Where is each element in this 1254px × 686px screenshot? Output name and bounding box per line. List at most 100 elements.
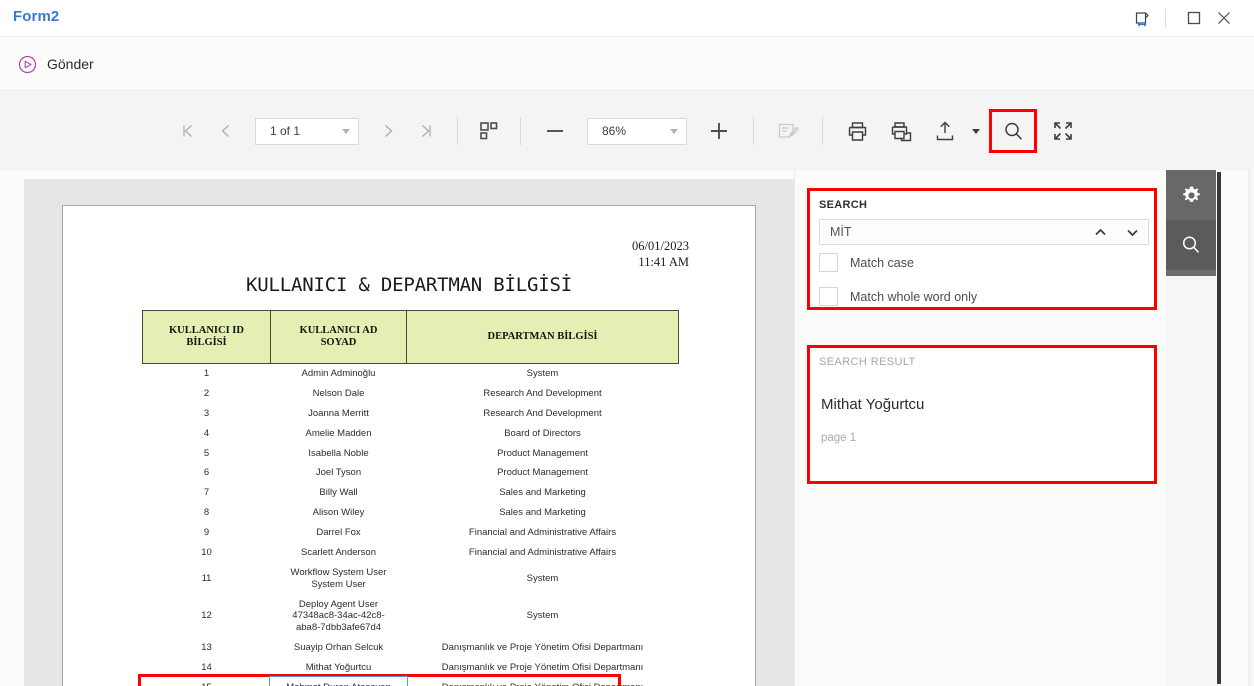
- main-content: 06/01/2023 11:41 AM KULLANICI & DEPARTMA…: [0, 170, 1254, 686]
- cell-department: Research And Development: [483, 407, 602, 419]
- page-indicator-field[interactable]: 1 of 1: [255, 117, 359, 145]
- match-whole-word-checkbox[interactable]: [819, 287, 838, 306]
- search-rail-button[interactable]: [1166, 220, 1216, 270]
- submit-button[interactable]: Gönder: [14, 49, 102, 79]
- search-button[interactable]: [989, 109, 1037, 153]
- print-multiple-button[interactable]: [879, 111, 923, 151]
- fullscreen-button[interactable]: [1041, 111, 1085, 151]
- table-row[interactable]: 11 Workflow System User System User System: [143, 563, 679, 595]
- document-page: 06/01/2023 11:41 AM KULLANICI & DEPARTMA…: [62, 205, 756, 686]
- cell-department: System: [526, 368, 559, 379]
- table-row[interactable]: 9 Darrel Fox Financial and Administrative …: [143, 523, 679, 543]
- last-page-icon: [417, 122, 435, 140]
- cell-user-name: Billy Wall: [319, 487, 358, 499]
- table-row[interactable]: 2 Nelson Dale Research And Development: [143, 384, 679, 404]
- cell-user-id: 13: [201, 642, 212, 654]
- document-time: 11:41 AM: [638, 255, 689, 269]
- last-page-button[interactable]: [407, 112, 445, 150]
- cell-user-id: 11: [201, 572, 212, 584]
- cell-user-id: 4: [203, 427, 210, 439]
- table-body: 1 Admin Adminoğlu System 2 Nelson Dale Resear…: [143, 364, 679, 686]
- cell-user-id: 8: [203, 507, 210, 519]
- cell-user-id: 10: [201, 546, 212, 558]
- zoom-level-field[interactable]: 86%: [587, 117, 687, 145]
- export-button[interactable]: [923, 111, 967, 151]
- table-row[interactable]: 4 Amelie Madden Board of Directors: [143, 424, 679, 444]
- maximize-button[interactable]: [1177, 0, 1211, 36]
- search-result-item[interactable]: Mithat Yoğurtcu: [821, 396, 924, 413]
- cell-user-id: 3: [203, 407, 210, 419]
- table-row[interactable]: 13 Suayip Orhan Selcuk Danışmanlık ve Proj…: [143, 638, 679, 658]
- page-layout-button[interactable]: [470, 112, 508, 150]
- cell-user-name: Deploy Agent User 47348ac8-34ac-42c8- aba8…: [292, 598, 385, 634]
- cell-department: Product Management: [497, 447, 588, 459]
- cell-user-id: 5: [203, 447, 210, 459]
- table-row[interactable]: 3 Joanna Merritt Research And Development: [143, 404, 679, 424]
- restore-down-icon: [1134, 10, 1151, 27]
- next-page-button[interactable]: [369, 112, 407, 150]
- table-row[interactable]: 8 Alison Wiley Sales and Marketing: [143, 503, 679, 523]
- table-row[interactable]: 12 Deploy Agent User 47348ac8-34ac-42c8- ab…: [143, 595, 679, 639]
- cell-user-name: Workflow System User System User: [290, 566, 387, 590]
- cell-user-id: 1: [203, 368, 210, 379]
- right-scroll-area[interactable]: [1216, 170, 1254, 686]
- export-dropdown-button[interactable]: [967, 112, 985, 150]
- page-indicator-value: 1 of 1: [270, 124, 301, 138]
- match-case-row[interactable]: Match case: [819, 253, 914, 272]
- next-match-button[interactable]: [1116, 220, 1148, 244]
- maximize-icon: [1187, 11, 1201, 25]
- restore-down-button[interactable]: [1125, 0, 1159, 36]
- chevron-down-icon: [1125, 225, 1140, 240]
- window-title: Form2: [13, 8, 60, 25]
- search-results-card: SEARCH RESULT Mithat Yoğurtcu page 1: [807, 345, 1157, 484]
- cell-user-name: Mehmet Duran Ataseven: [271, 678, 407, 686]
- cell-department: System: [526, 572, 559, 584]
- right-icon-rail: [1166, 170, 1216, 686]
- search-input-row[interactable]: [819, 219, 1149, 245]
- cell-department: Product Management: [497, 467, 588, 479]
- scrollbar-track[interactable]: [1217, 172, 1221, 684]
- command-bar: Gönder: [0, 37, 1254, 91]
- cell-user-name: Joel Tyson: [315, 467, 362, 479]
- table-row[interactable]: 1 Admin Adminoğlu System: [143, 364, 679, 384]
- rail-filler: [1166, 270, 1216, 276]
- match-case-checkbox[interactable]: [819, 253, 838, 272]
- table-row[interactable]: 7 Billy Wall Sales and Marketing: [143, 483, 679, 503]
- zoom-in-button[interactable]: [697, 111, 741, 151]
- cell-user-name: Isabella Noble: [308, 447, 369, 459]
- first-page-icon: [179, 122, 197, 140]
- toolbar-divider: [753, 117, 754, 145]
- table-row[interactable]: 5 Isabella Noble Product Management: [143, 444, 679, 464]
- annotate-button[interactable]: [766, 111, 810, 151]
- settings-rail-button[interactable]: [1166, 170, 1216, 220]
- chevron-down-icon: [670, 128, 678, 134]
- match-case-label: Match case: [850, 255, 914, 270]
- table-row[interactable]: 6 Joel Tyson Product Management: [143, 463, 679, 483]
- cell-department: Sales and Marketing: [499, 507, 586, 519]
- first-page-button[interactable]: [169, 112, 207, 150]
- document-viewer[interactable]: 06/01/2023 11:41 AM KULLANICI & DEPARTMA…: [24, 179, 794, 686]
- zoom-out-button[interactable]: [533, 111, 577, 151]
- cell-department: Board of Directors: [504, 427, 581, 439]
- match-whole-word-row[interactable]: Match whole word only: [819, 287, 977, 306]
- previous-page-button[interactable]: [207, 112, 245, 150]
- toolbar-divider: [822, 117, 823, 145]
- cell-department: Sales and Marketing: [499, 487, 586, 499]
- table-row[interactable]: 10 Scarlett Anderson Financial and Adminis…: [143, 543, 679, 563]
- search-input[interactable]: [820, 224, 1084, 240]
- cell-user-name: Darrel Fox: [316, 527, 361, 538]
- previous-match-button[interactable]: [1084, 220, 1116, 244]
- cell-user-name: Alison Wiley: [312, 507, 365, 519]
- document-datetime: 06/01/2023 11:41 AM: [632, 238, 689, 270]
- table-header-row: KULLANICI ID BİLGİSİ KULLANICI AD SOYAD …: [142, 310, 679, 364]
- column-header-line: SOYAD: [320, 337, 357, 348]
- cell-user-name: Admin Adminoğlu: [301, 368, 376, 379]
- cell-department: Research And Development: [483, 387, 602, 399]
- close-button[interactable]: [1207, 0, 1241, 36]
- zoom-in-icon: [708, 120, 730, 142]
- export-icon: [934, 120, 956, 142]
- table-row[interactable]: 14 Mithat Yoğurtcu Danışmanlık ve Proje Yö…: [143, 658, 679, 678]
- print-button[interactable]: [835, 111, 879, 151]
- annotate-icon: [777, 120, 800, 143]
- table-row[interactable]: 15Mehmet Duran AtasevenDanışmanlık ve Pr…: [143, 678, 679, 686]
